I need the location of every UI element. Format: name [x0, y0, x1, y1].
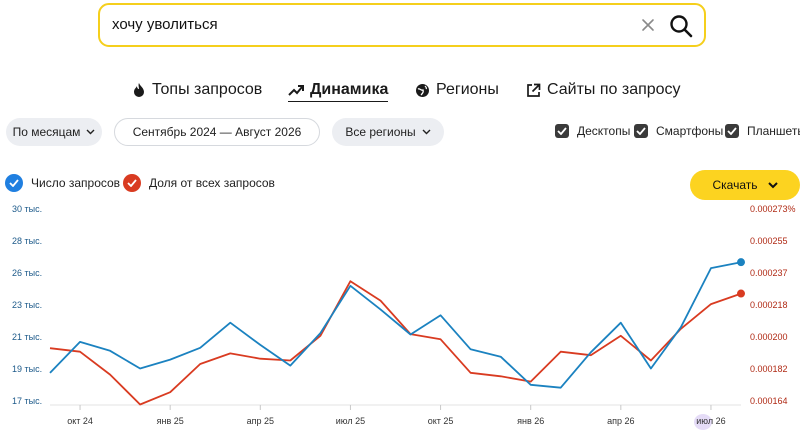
- globe-icon: [416, 83, 429, 97]
- y-axis-right-tick-label: 0.000164: [750, 396, 788, 406]
- legend-series-queries[interactable]: Число запросов: [5, 174, 120, 192]
- search-icon[interactable]: [668, 13, 694, 39]
- chevron-down-icon: [422, 129, 431, 135]
- line-chart: 30 тыс. 28 тыс. 26 тыс. 23 тыс. 21 тыс. 19 ты…: [12, 204, 796, 430]
- y-axis-right-tick-label: 0.000182: [750, 364, 788, 374]
- external-link-icon: [527, 83, 541, 97]
- x-axis-tick-label: июл 25: [336, 416, 365, 426]
- y-axis-right-tick-label: 0.000200: [750, 332, 788, 342]
- y-axis-left-tick-label: 21 тыс.: [12, 332, 42, 342]
- y-axis-left-tick-label: 17 тыс.: [12, 396, 42, 406]
- checkbox-desktop[interactable]: Десктопы: [555, 124, 630, 138]
- y-axis-right-tick-label: 0.000255: [750, 236, 788, 246]
- chevron-down-icon: [767, 181, 778, 188]
- period-select[interactable]: По месяцам: [6, 118, 102, 146]
- y-axis-right-tick-label: 0.000218: [750, 300, 788, 310]
- series-share-line: [49, 280, 742, 406]
- checkbox-smartphone[interactable]: Смартфоны: [634, 124, 723, 138]
- x-axis-tick-label: окт 25: [428, 416, 454, 426]
- y-axis-left-tick-label: 23 тыс.: [12, 300, 42, 310]
- series-queries-end-point: [737, 258, 745, 267]
- regions-select[interactable]: Все регионы: [332, 118, 444, 146]
- checkbox-tablet[interactable]: Планшеты: [725, 124, 800, 138]
- search-input[interactable]: хочу уволиться: [112, 16, 218, 33]
- x-axis-tick-label: окт 24: [67, 416, 93, 426]
- y-axis-left-tick-label: 26 тыс.: [12, 268, 42, 278]
- tab-bar: Топы запросов Динамика Регионы Сайты по …: [0, 78, 800, 104]
- check-icon: [5, 174, 23, 192]
- tab-dynamics[interactable]: Динамика: [288, 78, 389, 102]
- legend-series-share[interactable]: Доля от всех запросов: [123, 174, 275, 192]
- x-axis-tick-label: янв 26: [517, 416, 544, 426]
- x-axis-tick-label: янв 25: [157, 416, 184, 426]
- download-button[interactable]: Скачать: [690, 170, 800, 200]
- date-range-picker[interactable]: Сентябрь 2024 — Август 2026: [114, 118, 320, 146]
- y-axis-right-tick-label: 0.000273%: [750, 204, 796, 214]
- check-icon: [555, 124, 569, 138]
- tab-regions[interactable]: Регионы: [415, 78, 499, 102]
- y-axis-left-tick-label: 30 тыс.: [12, 204, 42, 214]
- y-axis-left-tick-label: 19 тыс.: [12, 364, 42, 374]
- search-box[interactable]: хочу уволиться: [98, 3, 706, 47]
- y-axis-right-tick-label: 0.000237: [750, 268, 788, 278]
- chevron-down-icon: [86, 129, 95, 135]
- check-icon: [725, 124, 739, 138]
- check-icon: [123, 174, 141, 192]
- clear-icon[interactable]: [638, 15, 658, 35]
- x-axis-tick-label: июл 26: [696, 416, 725, 426]
- tab-top-queries[interactable]: Топы запросов: [132, 78, 262, 102]
- x-axis-tick-label: апр 25: [247, 416, 274, 426]
- series-share-end-point: [737, 289, 745, 298]
- tab-sites[interactable]: Сайты по запросу: [526, 78, 681, 102]
- check-icon: [634, 124, 648, 138]
- fire-icon: [134, 83, 144, 97]
- y-axis-left-tick-label: 28 тыс.: [12, 236, 42, 246]
- series-queries-line: [49, 261, 742, 389]
- trend-up-icon: [288, 84, 304, 96]
- x-axis-tick-label: апр 26: [607, 416, 634, 426]
